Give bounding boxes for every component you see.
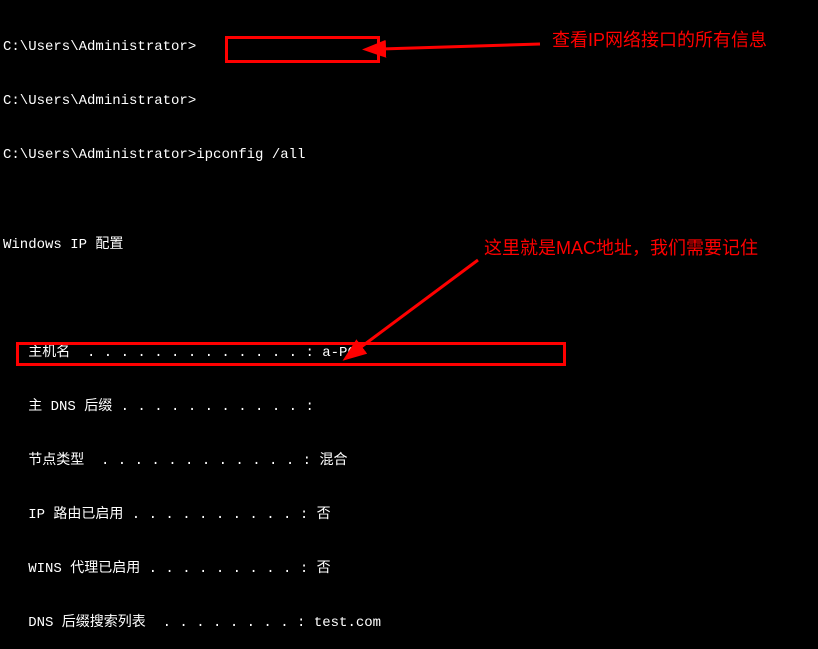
terminal-output: C:\Users\Administrator> C:\Users\Adminis…	[3, 2, 667, 649]
cfg-row-wins-proxy: WINS 代理已启用 . . . . . . . . . : 否	[3, 560, 667, 578]
cfg-value: 否	[317, 561, 331, 577]
cfg-label: 主机名 . . . . . . . . . . . . . :	[3, 345, 322, 361]
prompt-line-3: C:\Users\Administrator>ipconfig /all	[3, 146, 667, 164]
cfg-label: IP 路由已启用 . . . . . . . . . . :	[3, 507, 317, 523]
cfg-row-node-type: 节点类型 . . . . . . . . . . . . : 混合	[3, 452, 667, 470]
cfg-value: a-PC	[322, 345, 356, 361]
cfg-value: 混合	[319, 453, 347, 469]
command-text: ipconfig /all	[196, 147, 305, 163]
prompt-prefix: C:\Users\Administrator>	[3, 147, 196, 163]
cfg-label: 主 DNS 后缀 . . . . . . . . . . . :	[3, 399, 322, 415]
cfg-value: 否	[317, 507, 331, 523]
section-header-ipconfig: Windows IP 配置	[3, 236, 667, 254]
cfg-row-hostname: 主机名 . . . . . . . . . . . . . : a-PC	[3, 344, 667, 362]
cfg-label: 节点类型 . . . . . . . . . . . . :	[3, 453, 319, 469]
cfg-value: test.com	[314, 615, 381, 631]
cfg-row-ip-routing: IP 路由已启用 . . . . . . . . . . : 否	[3, 506, 667, 524]
cfg-row-dns-suffix: 主 DNS 后缀 . . . . . . . . . . . :	[3, 398, 667, 416]
cfg-label: WINS 代理已启用 . . . . . . . . . :	[3, 561, 317, 577]
cfg-row-dns-search: DNS 后缀搜索列表 . . . . . . . . : test.com	[3, 614, 667, 632]
cfg-label: DNS 后缀搜索列表 . . . . . . . . :	[3, 615, 314, 631]
prompt-line-1: C:\Users\Administrator>	[3, 38, 667, 56]
prompt-line-2: C:\Users\Administrator>	[3, 92, 667, 110]
